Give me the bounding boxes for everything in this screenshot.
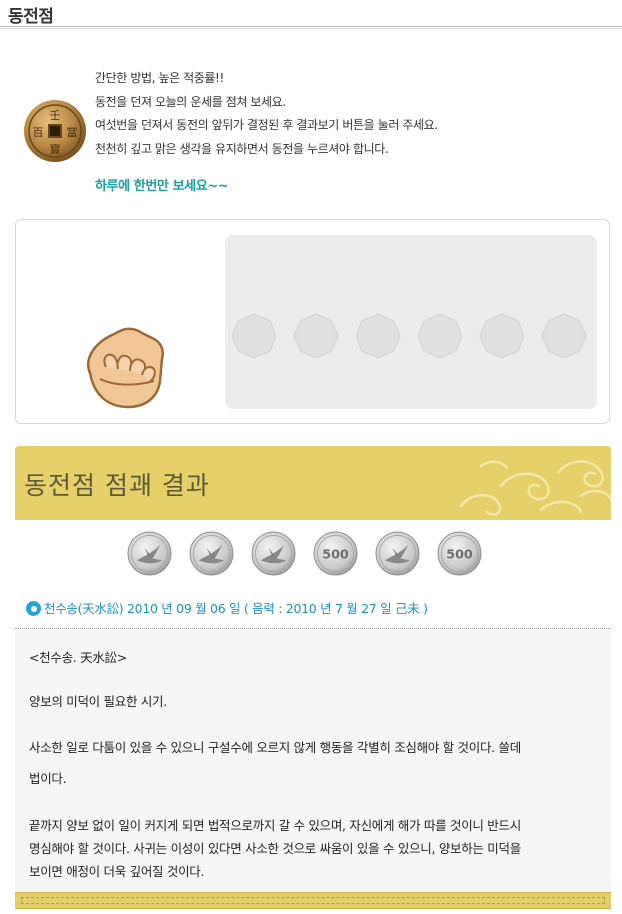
empty-coin-slot[interactable] [541,313,587,359]
intro-text: 간단한 방법, 높은 적중률!! 동전을 던져 오늘의 운세를 점쳐 보세요. … [95,67,438,161]
intro-line: 천천히 깊고 맑은 생각을 유지하면서 동전을 누르셔야 합니다. [95,141,389,156]
result-summary: 천수송(天水訟) 2010 년 09 월 06 일 ( 음력 : 2010 년 … [26,598,428,617]
result-header-title: 동전점 점괘 결과 [24,471,210,500]
empty-coin-slot[interactable] [231,313,277,359]
svg-text:當: 當 [67,126,78,139]
coin-crane-icon [251,531,296,576]
coin-500-icon: 500 [313,531,358,576]
page-title: 동전점 [8,7,54,27]
coin-crane-icon [189,531,234,576]
coin-500-icon: 500 [437,531,482,576]
coin-toss-panel [15,219,610,424]
coin-denomination: 500 [446,546,473,561]
svg-text:寳: 寳 [50,142,61,156]
result-paragraph: 법이다. [29,771,67,786]
intro-line: 여섯번을 던져서 동전의 앞뒤가 결정된 후 결과보기 버튼을 눌러 주세요. [95,118,438,132]
empty-coin-slot[interactable] [355,313,401,359]
result-summary-text: 천수송(天水訟) 2010 년 09 월 06 일 ( 음력 : 2010 년 … [44,601,428,616]
intro-line: 동전을 던져 오늘의 운세를 점쳐 보세요. [95,94,286,109]
result-body: <천수송. 天水訟> 양보의 미덕이 필요한 시기. 사소한 일로 다툼이 있을… [15,630,611,892]
result-paragraph: 끝까지 양보 없이 일이 커지게 되면 법적으로까지 갈 수 있으며, 자신에게… [29,818,521,833]
result-paragraph: 보이면 애정이 더욱 깊어질 것이다. [29,864,205,879]
cloud-pattern-icon [459,460,611,516]
empty-coin-slot[interactable] [479,313,525,359]
once-a-day-note: 하루에 한번만 보세요~~ [95,179,229,194]
svg-text:壬: 壬 [50,109,61,122]
empty-coin-slot[interactable] [417,313,463,359]
coin-denomination: 500 [322,546,349,561]
result-heading: <천수송. 天水訟> [29,650,127,665]
coin-slot-panel [225,235,597,409]
intro-line: 간단한 방법, 높은 적중률!! [95,71,224,85]
coin-crane-icon [375,531,420,576]
result-paragraph: 양보의 미덕이 필요한 시기. [29,694,167,709]
coin-crane-icon [127,531,172,576]
decorative-footer-border [15,892,611,909]
fist-hand-icon[interactable] [76,315,176,415]
ancient-coin-icon: 壬 百 當 寳 [24,100,86,162]
bullet-circle-icon [26,601,41,616]
result-header: 동전점 점괘 결과 [15,446,611,520]
dotted-divider [15,628,611,629]
result-paragraph: 명심해야 할 것이다. 사귀는 이성이 있다면 사소한 것으로 싸움이 있을 수… [29,841,521,856]
svg-text:百: 百 [33,126,44,139]
empty-coin-slot[interactable] [293,313,339,359]
result-paragraph: 사소한 일로 다툼이 있을 수 있으니 구설수에 오르지 않게 행동을 각별히 … [29,740,521,755]
title-divider [0,26,622,29]
